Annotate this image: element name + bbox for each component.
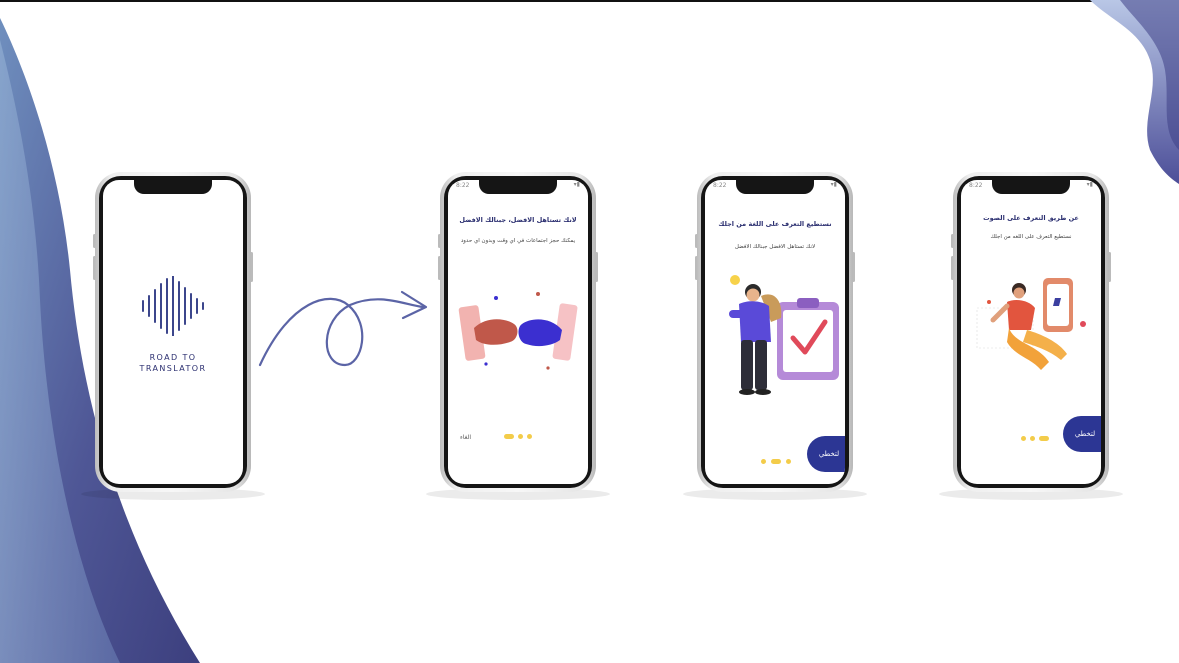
phone-notch [479,178,557,194]
page-dot [761,459,766,464]
status-time: 8:22 [713,182,727,189]
onboarding-subtitle: نستطيع التعرف على اللغه من اجلك [990,234,1072,240]
page-dot [527,434,532,439]
onboarding-title: لانك تستاهل الافضل، جبنالك الافضل [459,216,577,224]
sound-wave-icon [142,276,204,336]
phone-onboarding-2: 8:22 ▾▮ نستطيع التعرف على اللغة من اجلك … [683,172,867,500]
page-dot [1021,436,1026,441]
page-indicator [1021,436,1057,442]
cancel-button[interactable]: الغاء [460,434,471,441]
splash-screen: ROAD TO TRANSLATOR [103,180,243,484]
page-indicator [761,459,797,465]
phone-notch [736,178,814,194]
onboarding-subtitle: يمكنك حجز اجتماعات في اي وقت وبدون اي حد… [460,238,576,244]
skip-button[interactable]: لتخطي [807,436,845,472]
phone-splash: ROAD TO TRANSLATOR [81,172,265,500]
onboarding-title: عن طريق التعرف على الصوت [983,214,1079,222]
onboarding-screen-3: 8:22 ▾▮ عن طريق التعرف على الصوت نستطيع … [961,180,1101,484]
page-dot [518,434,523,439]
status-time: 8:22 [969,182,983,189]
onboarding-screen-2: 8:22 ▾▮ نستطيع التعرف على اللغة من اجلك … [705,180,845,484]
skip-button[interactable]: لتخطي [1063,416,1101,452]
page-indicator [504,434,540,440]
page-dot-active [771,459,781,464]
phone-onboarding-3: 8:22 ▾▮ عن طريق التعرف على الصوت نستطيع … [939,172,1123,500]
page-dot [786,459,791,464]
swirl-arrow [258,297,425,367]
phone-notch [134,178,212,194]
brand-line-2: TRANSLATOR [139,364,207,373]
phone-notch [992,178,1070,194]
wifi-icon: ▾▮ [573,181,580,188]
page-dot-active [504,434,514,439]
onboarding-title: نستطيع التعرف على اللغة من اجلك [718,220,832,228]
woman-phone-illustration [976,278,1086,370]
brand-name: ROAD TO TRANSLATOR [103,352,243,374]
onboarding-subtitle: لانك تستاهل الافضل جبنالك الافضل [734,244,816,250]
wifi-icon: ▾▮ [830,181,837,188]
person-clipboard-illustration [729,275,839,395]
onboarding-screen-1: 8:22 ▾▮ لانك تستاهل الافضل، جبنالك الافض… [448,180,588,484]
brand-line-1: ROAD TO [149,353,197,362]
wifi-icon: ▾▮ [1086,181,1093,188]
page-dot-active [1039,436,1049,441]
handshake-illustration [458,292,578,370]
phone-onboarding-1: 8:22 ▾▮ لانك تستاهل الافضل، جبنالك الافض… [426,172,610,500]
status-time: 8:22 [456,182,470,189]
page-dot [1030,436,1035,441]
